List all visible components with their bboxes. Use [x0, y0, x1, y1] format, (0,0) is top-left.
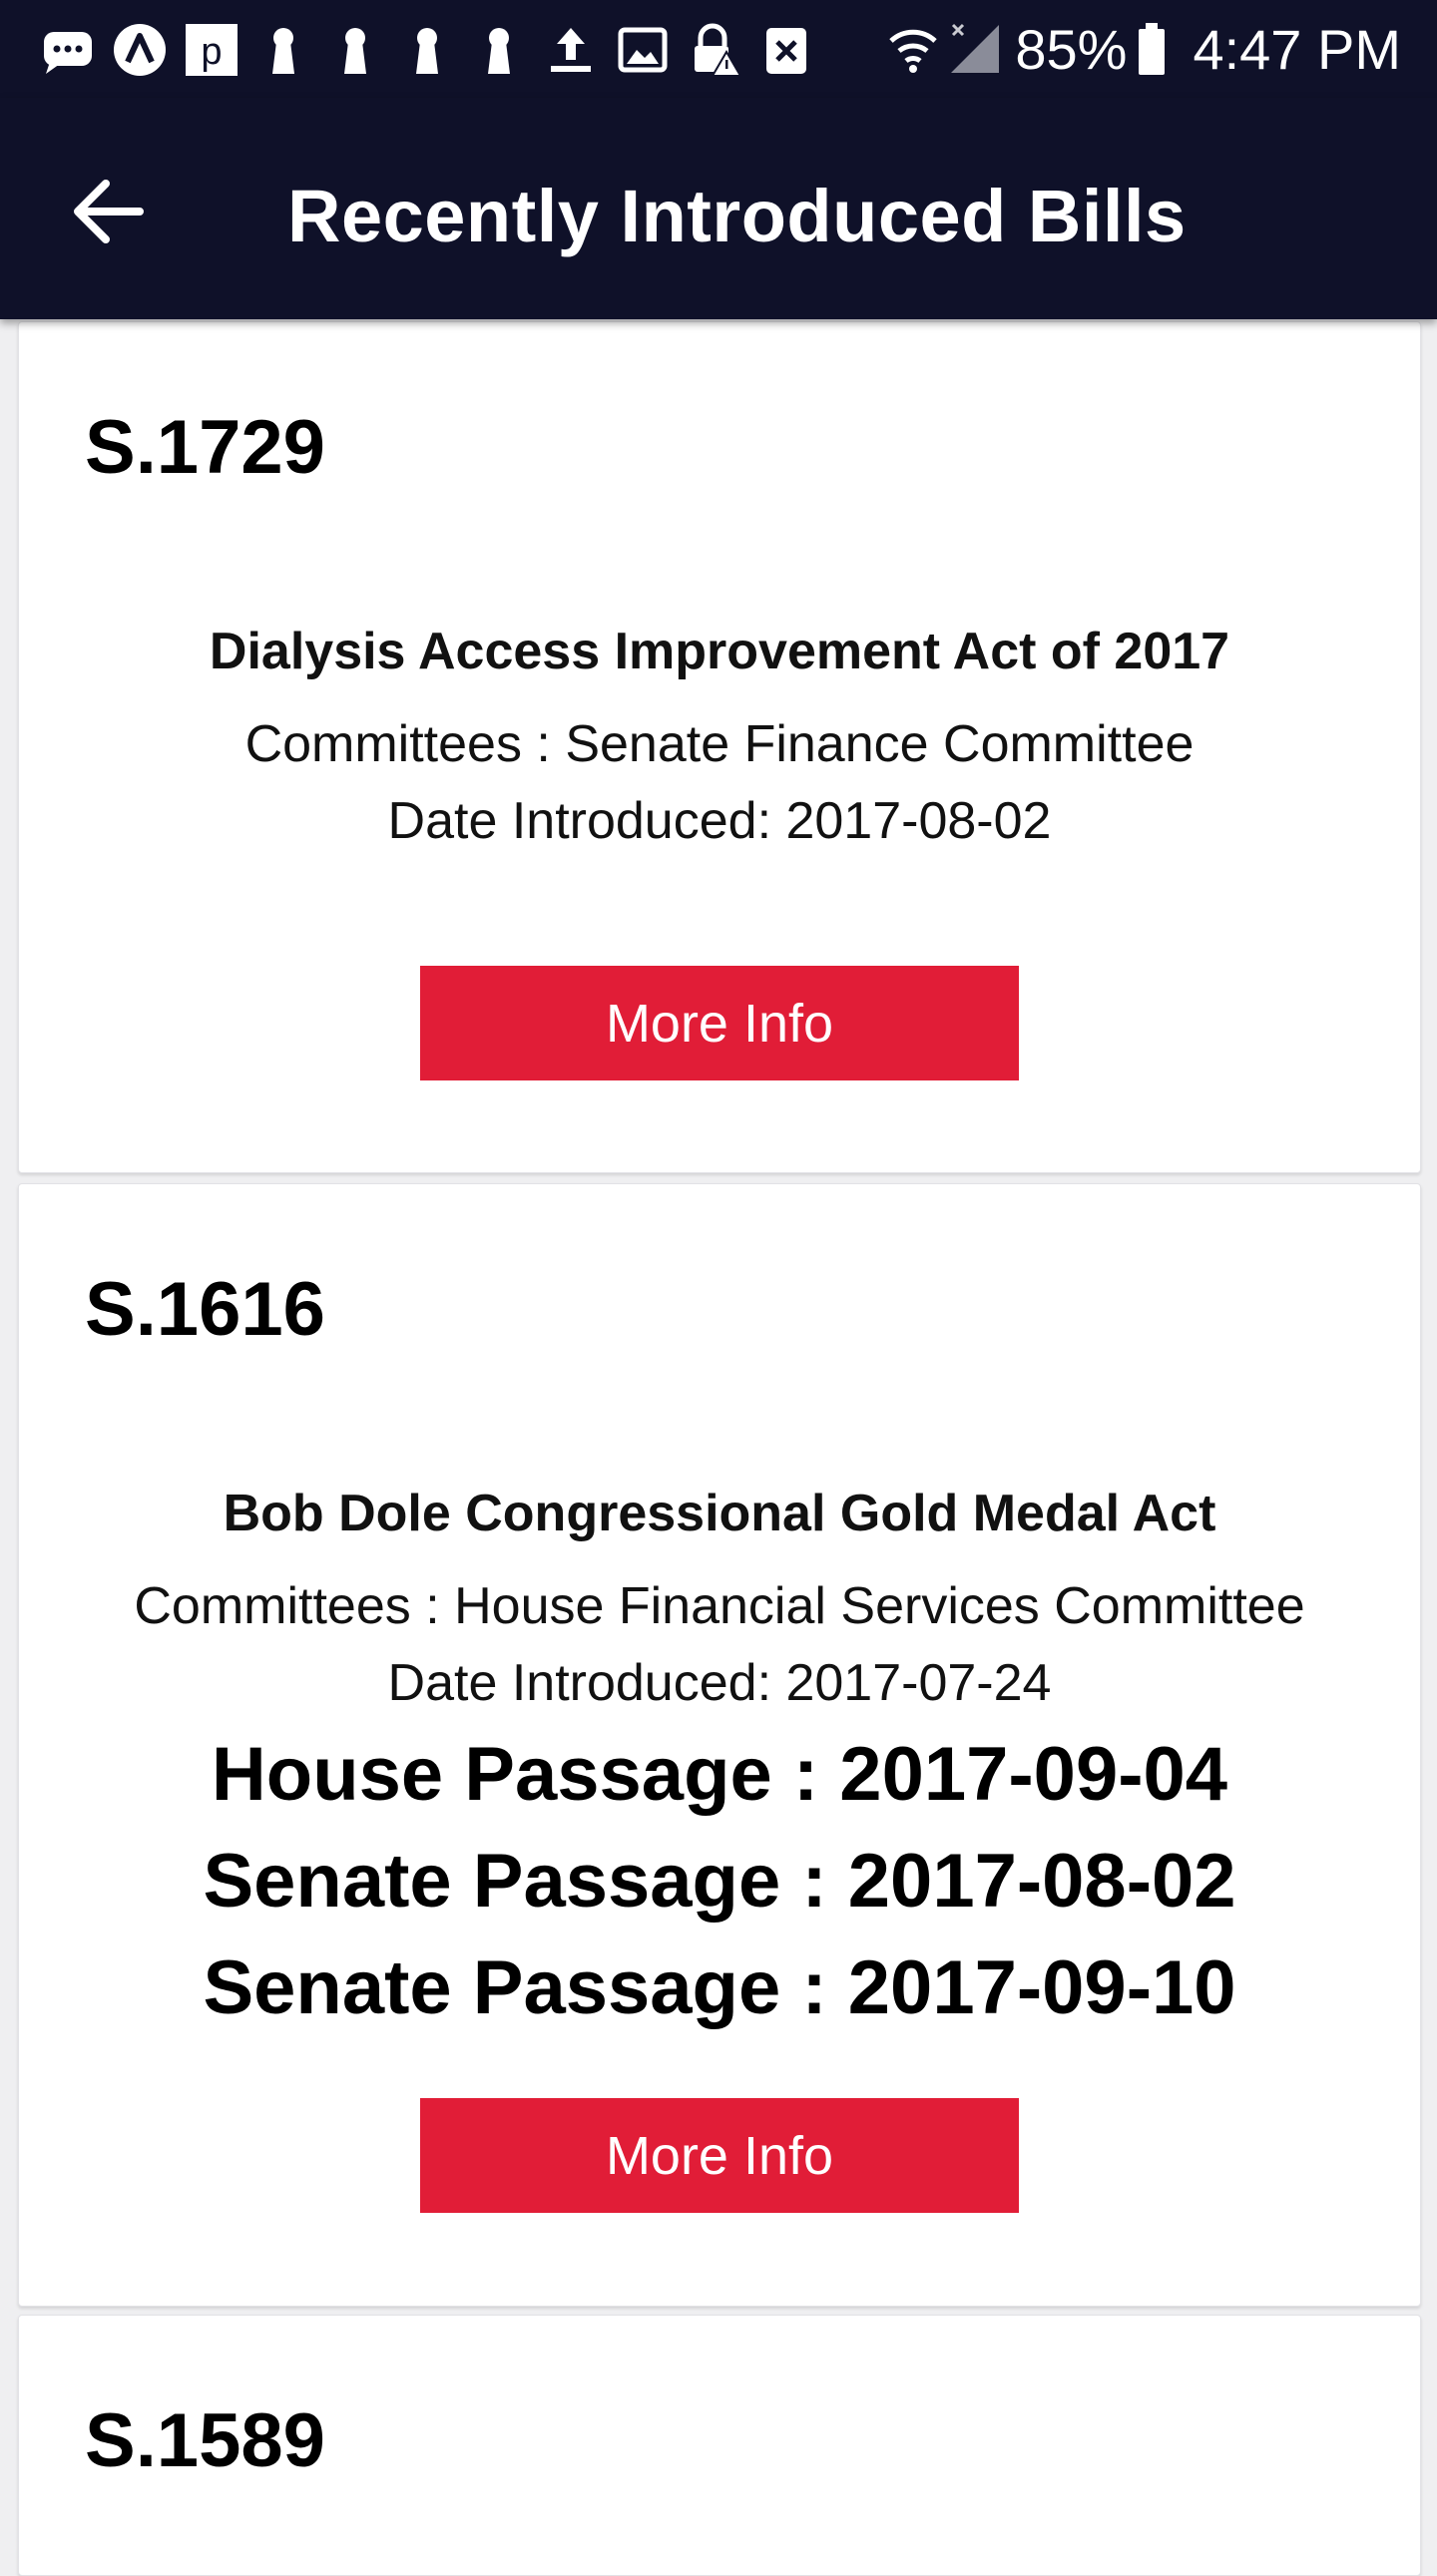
signal-icon	[947, 21, 1003, 77]
clock: 4:47 PM	[1193, 17, 1401, 81]
svg-text:p: p	[201, 31, 222, 73]
image-icon	[615, 22, 671, 78]
more-info-button[interactable]: More Info	[420, 2098, 1019, 2213]
back-button[interactable]	[62, 164, 158, 259]
keyhole-icon	[327, 22, 383, 78]
bill-id: S.1729	[85, 405, 325, 490]
close-box-icon	[758, 22, 814, 78]
bill-id: S.1616	[85, 1267, 325, 1352]
bill-card: S.1616 Bob Dole Congressional Gold Medal…	[18, 1183, 1421, 2307]
bill-id: S.1589	[85, 2398, 325, 2483]
bill-card: S.1589	[18, 2315, 1421, 2576]
keyhole-icon	[399, 22, 455, 78]
lock-warning-icon	[687, 22, 742, 78]
senate-passage: Senate Passage : 2017-09-10	[203, 1945, 1236, 2030]
bill-date-introduced: Date Introduced: 2017-07-24	[387, 1654, 1052, 1712]
page-title: Recently Introduced Bills	[287, 175, 1187, 257]
battery-icon	[1137, 21, 1167, 77]
keyhole-icon	[471, 22, 527, 78]
notification-icons: p	[40, 18, 830, 82]
bill-date-introduced: Date Introduced: 2017-08-02	[387, 792, 1052, 850]
app-bar: Recently Introduced Bills	[0, 98, 1437, 319]
system-status: 85% 4:47 PM	[885, 14, 1401, 84]
bill-card: S.1729 Dialysis Access Improvement Act o…	[18, 321, 1421, 1173]
p-app-icon: p	[184, 22, 240, 78]
wifi-icon	[885, 21, 941, 77]
a-app-icon	[112, 22, 168, 78]
battery-percent: 85%	[1015, 17, 1128, 81]
house-passage: House Passage : 2017-09-04	[211, 1732, 1228, 1817]
keyhole-icon	[255, 22, 311, 78]
more-info-button[interactable]: More Info	[420, 966, 1019, 1080]
bill-committees: Committees : Senate Finance Committee	[244, 715, 1195, 773]
bill-committees: Committees : House Financial Services Co…	[134, 1577, 1305, 1635]
chat-icon	[40, 22, 96, 78]
bill-title: Dialysis Access Improvement Act of 2017	[209, 623, 1230, 680]
bill-title: Bob Dole Congressional Gold Medal Act	[223, 1485, 1216, 1542]
status-bar: p 85% 4:47 PM	[0, 0, 1437, 98]
upload-icon	[543, 22, 599, 78]
arrow-back-icon	[74, 180, 144, 243]
senate-passage: Senate Passage : 2017-08-02	[203, 1839, 1236, 1924]
